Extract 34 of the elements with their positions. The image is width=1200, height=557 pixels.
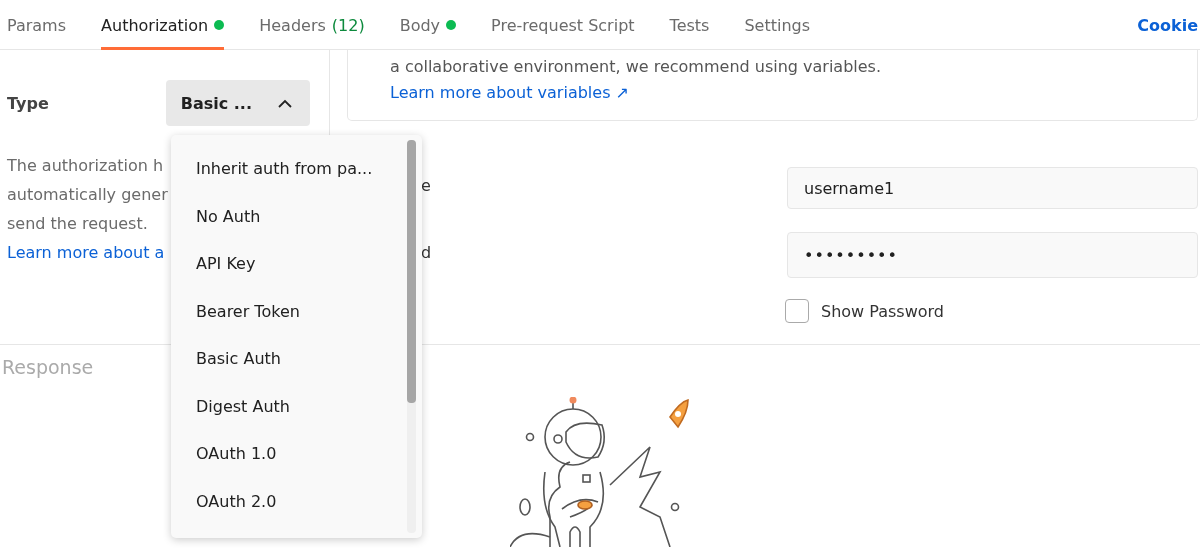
notice-text: a collaborative environment, we recommend using variables. bbox=[390, 56, 883, 78]
learn-more-link[interactable]: Learn more about a bbox=[7, 238, 165, 267]
tab-count: (12) bbox=[331, 15, 365, 35]
tab[interactable]: Params bbox=[7, 0, 67, 50]
menu-item[interactable]: No Auth bbox=[171, 192, 373, 240]
username-field[interactable]: username1 bbox=[787, 167, 1198, 209]
checkbox-label: Show Password bbox=[821, 301, 944, 321]
menu-item[interactable]: Inherit auth from pa... bbox=[171, 145, 373, 193]
tab[interactable]: Pre-request Script bbox=[491, 0, 635, 50]
variables-link[interactable]: Learn more about variables ↗ bbox=[390, 80, 1197, 106]
menu-item[interactable]: Bearer Token bbox=[171, 287, 373, 335]
auth-type-select[interactable]: Basic ... bbox=[165, 80, 310, 126]
menu-item[interactable]: Digest Auth bbox=[171, 382, 373, 430]
field-label: d bbox=[420, 242, 432, 262]
tab[interactable]: Tests bbox=[669, 0, 710, 50]
response-title: Response bbox=[2, 356, 94, 378]
type-label: Type bbox=[7, 93, 49, 113]
chevron-icon bbox=[278, 98, 292, 108]
checkbox[interactable] bbox=[785, 299, 809, 323]
scrollbar[interactable] bbox=[407, 140, 416, 533]
password-field[interactable]: ••••••••• bbox=[787, 232, 1198, 278]
tab[interactable]: Body bbox=[399, 0, 457, 50]
tab[interactable]: Authorization bbox=[101, 0, 225, 50]
field-label: e bbox=[420, 175, 431, 195]
cookies-link[interactable]: Cookie bbox=[1137, 0, 1198, 49]
menu-item[interactable]: Basic Auth bbox=[171, 335, 373, 383]
description-text: automatically gener bbox=[7, 184, 168, 206]
menu-item[interactable]: API Key bbox=[171, 240, 373, 288]
description-text: The authorization h bbox=[7, 155, 164, 177]
tab[interactable]: Headers (12) bbox=[259, 0, 365, 50]
description-text: send the request. bbox=[7, 213, 148, 235]
tab[interactable]: Settings bbox=[744, 0, 811, 50]
menu-item[interactable]: OAuth 1.0 bbox=[171, 430, 373, 478]
menu-item[interactable]: OAuth 2.0 bbox=[171, 477, 373, 525]
